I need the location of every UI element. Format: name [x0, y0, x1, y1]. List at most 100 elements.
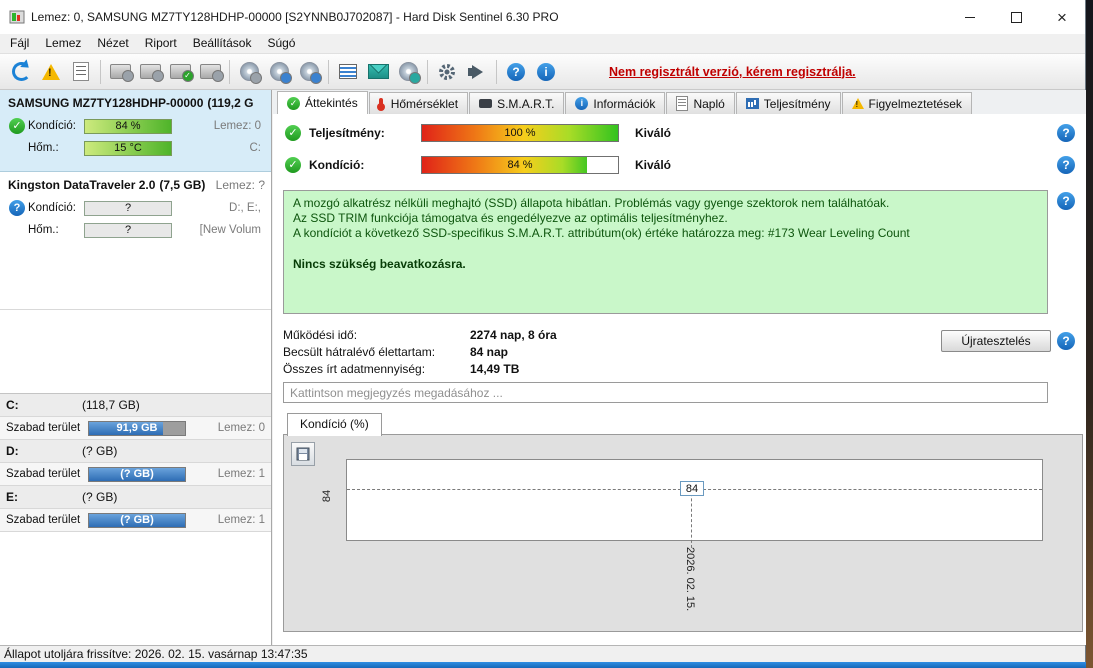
temperature-row: Hőm.: 15 °C C:	[6, 137, 265, 159]
help-icon[interactable]	[1057, 332, 1075, 350]
condition-label: Kondíció:	[309, 158, 365, 172]
help-icon[interactable]	[1057, 124, 1075, 142]
free-space-label: Szabad terület	[6, 514, 81, 526]
removable-eject-icon[interactable]	[234, 58, 264, 86]
chart-gridline-vertical	[691, 488, 692, 548]
comment-input[interactable]	[283, 382, 1048, 403]
tab-performance[interactable]: Teljesítmény	[735, 92, 841, 114]
health-ok-icon	[9, 118, 25, 134]
health-unknown-icon	[9, 200, 25, 216]
tab-label: Áttekintés	[305, 96, 358, 110]
help-icon[interactable]	[1057, 192, 1075, 210]
partition-free-d: Szabad terület (? GB) Lemez: 1	[0, 463, 271, 486]
disk-settings-icon[interactable]	[264, 58, 294, 86]
partition-size: (? GB)	[82, 490, 118, 504]
sidebar: SAMSUNG MZ7TY128HDHP-00000 (119,2 G Kond…	[0, 90, 272, 645]
partition-size: (118,7 GB)	[82, 398, 140, 412]
settings-gear-icon[interactable]	[432, 58, 462, 86]
disk-number: Lemez: 0	[213, 120, 261, 132]
acoustic-icon[interactable]	[462, 58, 492, 86]
tab-log[interactable]: Napló	[666, 92, 735, 114]
drive-letters: C:	[249, 142, 262, 154]
volume-name: [New Volum	[199, 224, 261, 236]
tab-label: Információk	[593, 96, 656, 111]
free-space-bar: (? GB)	[88, 466, 186, 482]
condition-row: Kondíció: 84 % Lemez: 0	[6, 115, 265, 137]
stat-row-written: Összes írt adatmennyiség: 14,49 TB	[283, 360, 557, 377]
app-window: Lemez: 0, SAMSUNG MZ7TY128HDHP-00000 [S2…	[0, 0, 1086, 662]
performance-chart-icon	[745, 98, 759, 109]
chart-point-label: 84	[680, 481, 704, 496]
warning-status-icon[interactable]	[36, 58, 66, 86]
refresh-icon[interactable]	[6, 58, 36, 86]
email-alert-icon[interactable]	[363, 58, 393, 86]
stat-value: 14,49 TB	[470, 361, 520, 376]
chart-plot-area	[346, 459, 1043, 541]
retest-button[interactable]: Újratesztelés	[941, 330, 1051, 352]
disk-undo-icon[interactable]	[105, 58, 135, 86]
register-link[interactable]: Nem regisztrált verzió, kérem regisztrál…	[609, 65, 856, 79]
menu-view[interactable]: Nézet	[89, 34, 136, 53]
disk-title: SAMSUNG MZ7TY128HDHP-00000 (119,2 G	[8, 96, 265, 110]
temperature-label: Hőm.:	[28, 224, 59, 236]
health-ok-icon	[285, 157, 301, 173]
info-circle-icon	[575, 97, 589, 110]
disk-name: SAMSUNG MZ7TY128HDHP-00000	[8, 96, 204, 110]
chart-tab-condition[interactable]: Kondíció (%)	[287, 413, 382, 436]
stat-value: 2274 nap, 8 óra	[470, 327, 557, 342]
menu-help[interactable]: Súgó	[259, 34, 303, 53]
information-icon[interactable]	[531, 58, 561, 86]
temperature-label: Hőm.:	[28, 142, 59, 154]
disk-test-icon[interactable]	[195, 58, 225, 86]
tab-information[interactable]: Információk	[565, 92, 666, 114]
condition-history-chart: 84 84 2026. 02. 15.	[283, 434, 1083, 632]
tab-label: S.M.A.R.T.	[497, 96, 555, 111]
disk-item-kingston[interactable]: Kingston DataTraveler 2.0 (7,5 GB) Lemez…	[0, 172, 271, 310]
toolbar: Nem regisztrált verzió, kérem regisztrál…	[0, 53, 1085, 90]
tab-label: Figyelmeztetések	[868, 96, 962, 111]
condition-bar: 84 %	[84, 118, 172, 134]
toolbar-separator	[328, 59, 329, 84]
report-icon[interactable]	[66, 58, 96, 86]
tab-label: Teljesítmény	[763, 96, 831, 111]
stat-label: Összes írt adatmennyiség:	[283, 361, 426, 376]
partition-header-d[interactable]: D: (? GB)	[0, 440, 271, 463]
titlebar: Lemez: 0, SAMSUNG MZ7TY128HDHP-00000 [S2…	[0, 0, 1085, 34]
minimize-button[interactable]	[947, 0, 993, 34]
menu-file[interactable]: Fájl	[2, 34, 37, 53]
partition-header-c[interactable]: C: (118,7 GB)	[0, 394, 271, 417]
disk-remove-icon[interactable]	[135, 58, 165, 86]
disk-accept-icon[interactable]	[165, 58, 195, 86]
save-chart-icon[interactable]	[291, 442, 315, 466]
partition-disk-number: Lemez: 1	[217, 468, 265, 480]
condition-bar: 84 %	[421, 156, 619, 174]
help-icon[interactable]	[1057, 156, 1075, 174]
help-icon[interactable]	[501, 58, 531, 86]
close-button[interactable]	[1039, 0, 1085, 34]
partition-letter: C:	[6, 398, 19, 412]
disk-size: (119,2 G	[207, 96, 254, 110]
tab-temperature[interactable]: Hőmérséklet	[368, 92, 469, 114]
tab-label: Hőmérséklet	[390, 96, 459, 111]
drive-letters: D:, E:,	[229, 202, 261, 214]
maximize-icon	[1010, 11, 1022, 23]
performance-bar: 100 %	[421, 124, 619, 142]
sound-alert-icon[interactable]	[393, 58, 423, 86]
panel-icon[interactable]	[333, 58, 363, 86]
stat-row-lifetime: Becsült hátralévő élettartam: 84 nap	[283, 343, 557, 360]
partition-header-e[interactable]: E: (? GB)	[0, 486, 271, 509]
disk-item-samsung[interactable]: SAMSUNG MZ7TY128HDHP-00000 (119,2 G Kond…	[0, 90, 271, 172]
toolbar-separator	[496, 59, 497, 84]
partition-size: (? GB)	[82, 444, 118, 458]
disk-tools-icon[interactable]	[294, 58, 324, 86]
tab-overview[interactable]: Áttekintés	[277, 91, 368, 115]
tab-alerts[interactable]: Figyelmeztetések	[841, 92, 972, 114]
maximize-button[interactable]	[993, 0, 1039, 34]
tab-smart[interactable]: S.M.A.R.T.	[469, 92, 565, 114]
menu-report[interactable]: Riport	[137, 34, 185, 53]
temperature-bar: 15 °C	[84, 140, 172, 156]
menu-disk[interactable]: Lemez	[37, 34, 89, 53]
menu-settings[interactable]: Beállítások	[185, 34, 260, 53]
overview-content: Teljesítmény: 100 % Kiváló Kondíció: 84 …	[273, 114, 1086, 645]
condition-rating: Kiváló	[635, 158, 672, 172]
